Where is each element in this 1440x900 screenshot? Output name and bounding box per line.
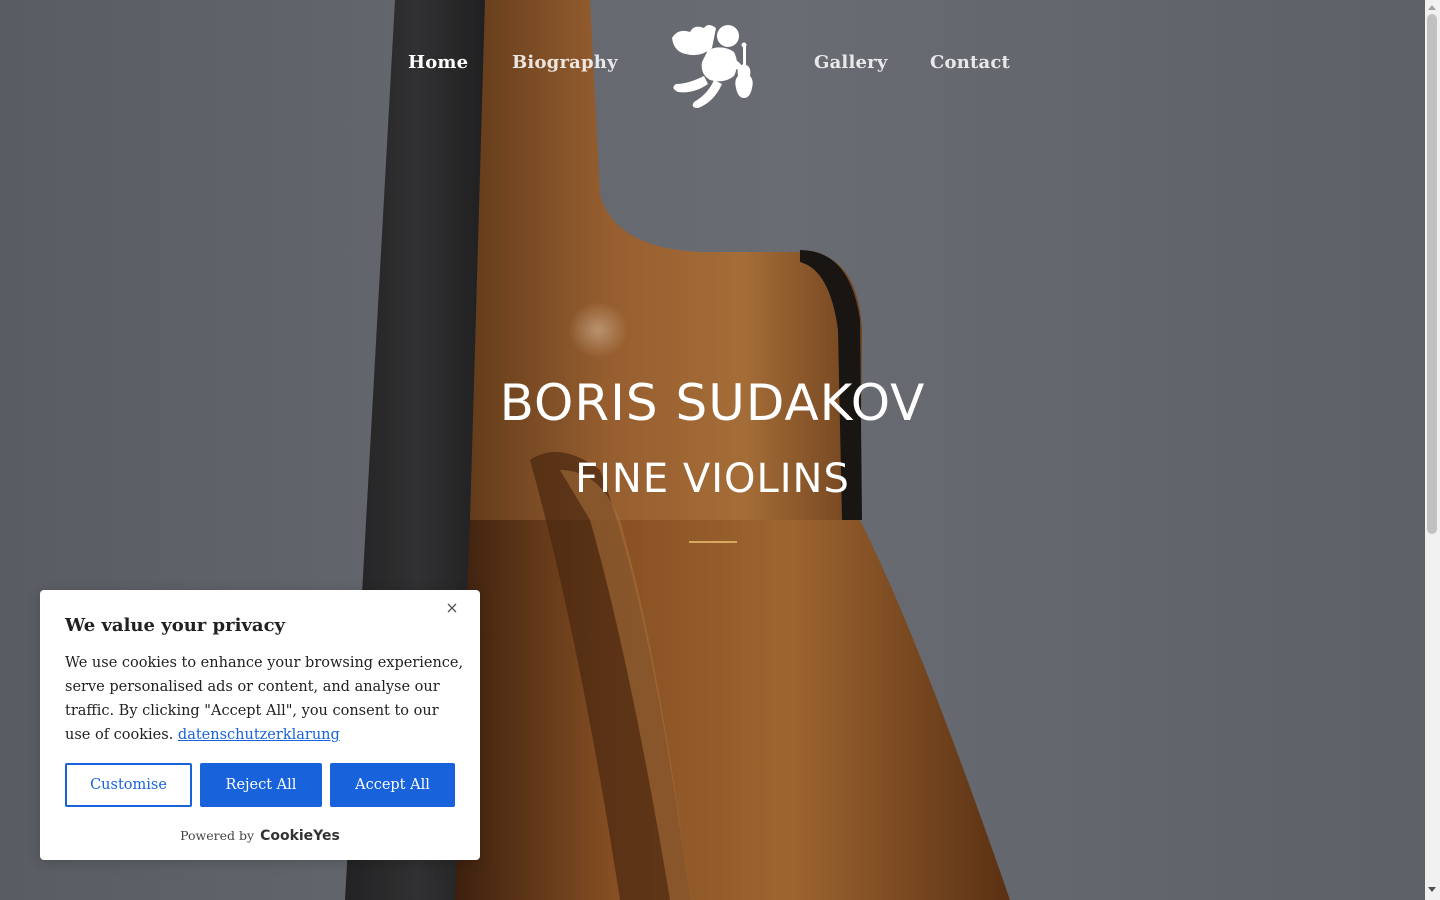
cookie-consent-banner: We value your privacy We use cookies to … <box>40 590 480 860</box>
customise-button[interactable]: Customise <box>65 763 192 807</box>
scroll-down-arrow-icon[interactable] <box>1428 887 1436 892</box>
cookie-banner-title: We value your privacy <box>65 615 285 636</box>
close-icon[interactable] <box>444 600 460 616</box>
nav-contact[interactable]: Contact <box>930 52 1010 73</box>
cherub-violin-icon[interactable] <box>664 18 762 112</box>
reject-all-button[interactable]: Reject All <box>200 763 322 807</box>
powered-by-text: Powered by <box>180 828 255 843</box>
accept-all-button[interactable]: Accept All <box>330 763 455 807</box>
nav-biography[interactable]: Biography <box>512 52 618 73</box>
page-scrollbar[interactable] <box>1425 0 1440 900</box>
hero-subtitle: FINE VIOLINS <box>575 456 850 502</box>
nav-home[interactable]: Home <box>408 52 468 73</box>
scroll-up-arrow-icon[interactable] <box>1428 5 1436 10</box>
nav-gallery[interactable]: Gallery <box>814 52 888 73</box>
hero-divider <box>689 541 737 543</box>
cookie-banner-description: We use cookies to enhance your browsing … <box>65 651 465 747</box>
privacy-policy-link[interactable]: datenschutzerklarung <box>178 727 340 743</box>
hero-title: BORIS SUDAKOV <box>499 374 926 432</box>
scrollbar-thumb[interactable] <box>1427 14 1437 534</box>
cookieyes-logo[interactable]: CookieYes <box>260 828 340 844</box>
powered-by: Powered by CookieYes <box>40 828 480 844</box>
